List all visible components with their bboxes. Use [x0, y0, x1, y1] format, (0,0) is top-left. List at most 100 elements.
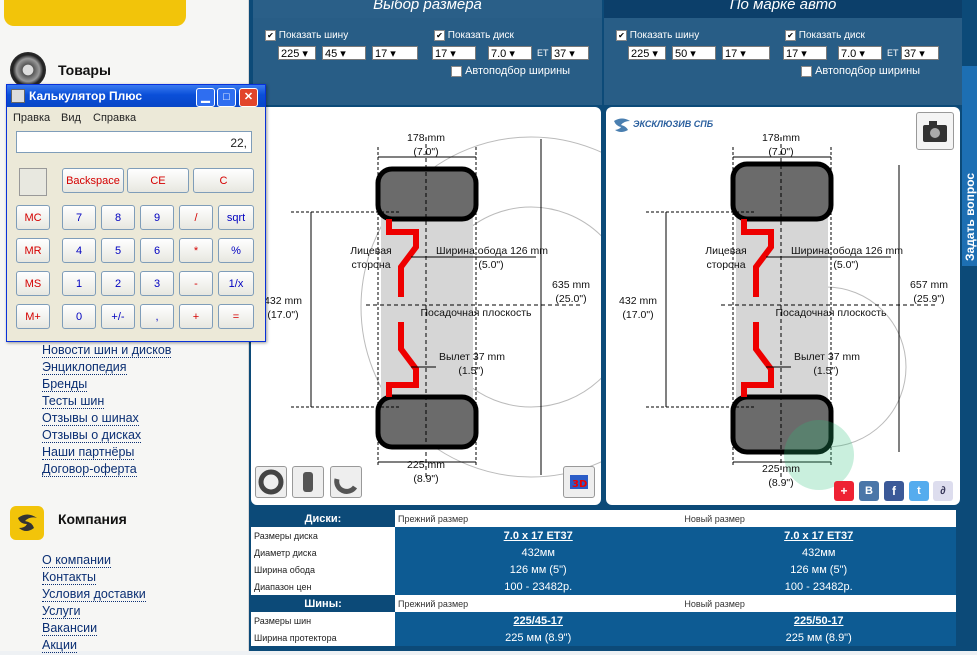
digit-8-button[interactable]: 8 — [101, 205, 135, 230]
dim-width-in: (7.0") — [768, 146, 794, 158]
auto-width-row: Автоподбор ширины — [451, 65, 570, 77]
c-button[interactable]: C — [193, 168, 254, 193]
vk-icon[interactable]: B — [859, 481, 879, 501]
tire-width-select[interactable]: 225 ▾ — [628, 46, 666, 60]
cell-prev[interactable]: 225/45-17 — [395, 612, 682, 629]
tire-width-select[interactable]: 225 ▾ — [278, 46, 316, 60]
disk-diameter-select[interactable]: 17 ▾ — [783, 46, 827, 60]
digit-3-button[interactable]: 3 — [140, 271, 174, 296]
rim-width-in: (5.0") — [478, 259, 504, 271]
reciprocal-button[interactable]: 1/x — [218, 271, 254, 296]
yellow-banner[interactable] — [4, 0, 186, 26]
percent-button[interactable]: % — [218, 238, 254, 263]
digit-5-button[interactable]: 5 — [101, 238, 135, 263]
auto-width-checkbox[interactable] — [801, 65, 812, 77]
company-link[interactable]: Вакансии — [42, 621, 98, 636]
m-plus-button[interactable]: M+ — [16, 304, 50, 329]
plus-button[interactable]: + — [179, 304, 213, 329]
backspace-button[interactable]: Backspace — [62, 168, 124, 193]
cell-new[interactable]: 7.0 x 17 ET37 — [681, 527, 956, 544]
rim-width-label: Ширина обода 126 mm — [435, 245, 549, 257]
view-angle-button[interactable] — [330, 466, 362, 498]
minimize-button[interactable]: ▁ — [196, 88, 215, 107]
offset-in: (1.5") — [813, 365, 839, 377]
equals-button[interactable]: = — [218, 304, 254, 329]
decimal-button[interactable]: , — [140, 304, 174, 329]
sidebar-link[interactable]: Отзывы о дисках — [42, 428, 142, 443]
sidebar-link[interactable]: Отзывы о шинах — [42, 411, 139, 426]
show-tire-checkbox[interactable]: ✔ — [616, 30, 627, 41]
menu-help[interactable]: Справка — [93, 112, 136, 124]
show-tire-checkbox[interactable]: ✔ — [265, 30, 276, 41]
disk-width-value: 7.0 — [841, 48, 857, 60]
cell-prev[interactable]: 7.0 x 17 ET37 — [395, 527, 682, 544]
sidebar-link[interactable]: Договор-оферта — [42, 462, 137, 477]
multiply-button[interactable]: * — [179, 238, 213, 263]
facebook-icon[interactable]: f — [884, 481, 904, 501]
link-icon[interactable]: ∂ — [933, 481, 953, 501]
ask-question-tab[interactable]: Задать вопрос — [962, 66, 977, 266]
sidebar-link[interactable]: Наши партнёры — [42, 445, 135, 460]
tire-profile-select[interactable]: 50 ▾ — [672, 46, 716, 60]
tire-diameter-select[interactable]: 17 ▾ — [722, 46, 770, 60]
mr-button[interactable]: MR — [16, 238, 50, 263]
disk-width-select[interactable]: 7.0 ▾ — [488, 46, 532, 60]
et-value: 37 — [904, 48, 917, 60]
ce-button[interactable]: CE — [127, 168, 189, 193]
calculator-titlebar[interactable]: Калькулятор Плюс ▁ □ ✕ — [7, 85, 265, 107]
et-select[interactable]: 37 ▾ — [551, 46, 589, 60]
sidebar-link[interactable]: Тесты шин — [42, 394, 105, 409]
company-link[interactable]: Контакты — [42, 570, 96, 585]
auto-width-checkbox[interactable] — [451, 65, 462, 77]
tire-profile-select[interactable]: 45 ▾ — [322, 46, 366, 60]
maximize-button[interactable]: □ — [217, 88, 236, 107]
calculator-window: Калькулятор Плюс ▁ □ ✕ Правка Вид Справк… — [6, 84, 266, 342]
tab-brand[interactable]: По марке авто — [604, 0, 962, 18]
show-disk-label: Показать диск — [447, 30, 514, 42]
plus-minus-button[interactable]: +/- — [101, 304, 135, 329]
camera-button[interactable] — [916, 112, 954, 150]
company-link[interactable]: Услуги — [42, 604, 81, 619]
ms-button[interactable]: MS — [16, 271, 50, 296]
exclusive-logo-icon — [612, 116, 632, 134]
tire-profile-value: 50 — [675, 48, 688, 60]
auto-width-label: Автоподбор ширины — [815, 65, 921, 77]
digit-7-button[interactable]: 7 — [62, 205, 96, 230]
digit-2-button[interactable]: 2 — [101, 271, 135, 296]
digit-1-button[interactable]: 1 — [62, 271, 96, 296]
auto-width-row-right: Автоподбор ширины — [801, 65, 920, 77]
sidebar-link[interactable]: Новости шин и дисков — [42, 343, 172, 358]
show-disk-checkbox[interactable]: ✔ — [434, 30, 445, 41]
digit-6-button[interactable]: 6 — [140, 238, 174, 263]
close-button[interactable]: ✕ — [239, 88, 258, 107]
tire-width-in: (8.9") — [768, 477, 794, 489]
disk-diameter-select[interactable]: 17 ▾ — [432, 46, 476, 60]
row-label: Диаметр диска — [251, 544, 395, 561]
show-disk-checkbox[interactable]: ✔ — [785, 30, 796, 41]
company-link[interactable]: О компании — [42, 553, 111, 568]
view-3d-button[interactable]: 3D — [563, 466, 595, 498]
sidebar-link[interactable]: Бренды — [42, 377, 88, 392]
tire-diameter-value: 17 — [375, 48, 388, 60]
menu-edit[interactable]: Правка — [13, 112, 50, 124]
sidebar-link[interactable]: Энциклопедия — [42, 360, 127, 375]
twitter-icon[interactable]: t — [909, 481, 929, 501]
disk-width-select[interactable]: 7.0 ▾ — [838, 46, 882, 60]
tire-diameter-select[interactable]: 17 ▾ — [372, 46, 418, 60]
cell-new[interactable]: 225/50-17 — [681, 612, 956, 629]
tab-size[interactable]: Выбор размера — [253, 0, 602, 18]
share-plus-icon[interactable]: + — [834, 481, 854, 501]
minus-button[interactable]: - — [179, 271, 213, 296]
divide-button[interactable]: / — [179, 205, 213, 230]
company-link[interactable]: Условия доставки — [42, 587, 146, 602]
et-select[interactable]: 37 ▾ — [901, 46, 939, 60]
digit-4-button[interactable]: 4 — [62, 238, 96, 263]
menu-view[interactable]: Вид — [61, 112, 81, 124]
view-front-button[interactable] — [292, 466, 324, 498]
cell-new: 432мм — [681, 544, 956, 561]
digit-0-button[interactable]: 0 — [62, 304, 96, 329]
view-side-button[interactable] — [255, 466, 287, 498]
digit-9-button[interactable]: 9 — [140, 205, 174, 230]
sqrt-button[interactable]: sqrt — [218, 205, 254, 230]
mc-button[interactable]: MC — [16, 205, 50, 230]
